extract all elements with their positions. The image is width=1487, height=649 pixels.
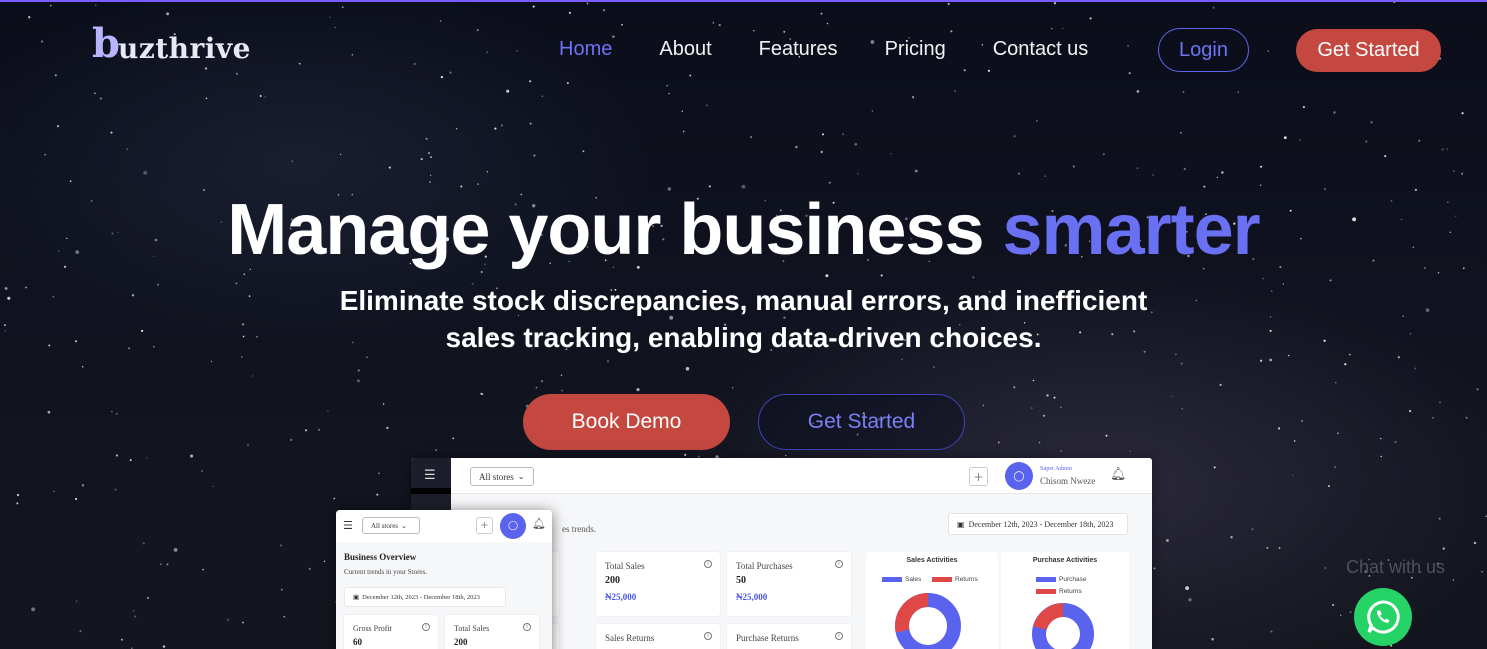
nav-get-started-button[interactable]: Get Started — [1296, 29, 1441, 72]
stat-label: Gross Profit — [353, 624, 392, 633]
nav-pricing[interactable]: Pricing — [885, 38, 946, 61]
stat-label: Sales Returns — [605, 633, 655, 643]
stat-value: 200 — [454, 637, 468, 647]
hero-get-started-button[interactable]: Get Started — [758, 394, 965, 450]
hero-title-accent: smarter — [1002, 190, 1261, 270]
date-range-text: December 12th, 2023 - December 18th, 202… — [968, 519, 1114, 529]
chart-title: Purchase Activities — [1032, 557, 1098, 564]
stat-card-sales-returns: Sales Returns i — [596, 624, 720, 649]
date-range-text: December 12th, 2023 - December 18th, 202… — [362, 593, 480, 601]
store-select: All stores ⌄ — [362, 517, 420, 534]
calendar-icon: ▣ — [957, 519, 965, 529]
overview-title: Business Overview — [344, 552, 417, 562]
login-button[interactable]: Login — [1158, 28, 1249, 72]
store-select-value: All stores — [479, 471, 514, 482]
chat-label: Chat with us — [1346, 557, 1446, 577]
stat-card-total-purchases: Total Purchases 50 ₦25,000 i — [727, 552, 851, 616]
sidebar-active-bar — [411, 488, 451, 494]
hero-title: Manage your business smarter — [0, 189, 1487, 271]
calendar-icon: ▣ — [353, 593, 360, 601]
date-range-picker: ▣ December 12th, 2023 - December 18th, 2… — [344, 587, 506, 607]
legend-returns: Returns — [1036, 588, 1082, 595]
info-icon: i — [523, 623, 531, 631]
menu-icon: ☰ — [424, 468, 436, 483]
mobile-topbar: ☰ All stores ⌄ + ◯ 🔔︎ — [336, 510, 552, 542]
store-select: All stores ⌄ — [470, 467, 534, 486]
chart-title: Sales Activities — [906, 557, 958, 564]
sales-activities-chart: Sales Activities Sales Returns — [866, 552, 998, 649]
stat-card-purchase-returns: Purchase Returns i — [727, 624, 851, 649]
stat-value: 200 — [605, 575, 620, 586]
legend-returns: Returns — [932, 576, 978, 583]
avatar-icon: ◯ — [500, 513, 526, 539]
chevron-down-icon: ⌄ — [401, 521, 407, 530]
nav-features[interactable]: Features — [759, 38, 838, 61]
purchase-activities-chart: Purchase Activities Purchase Returns — [1001, 552, 1129, 649]
info-icon: i — [704, 632, 712, 640]
user-role: Super Admin — [1040, 466, 1072, 472]
stat-amount: ₦25,000 — [605, 592, 637, 602]
stat-card-gross-profit: Gross Profit 60 i — [344, 615, 438, 649]
bell-icon: 🔔︎ — [1110, 467, 1127, 482]
sales-donut-chart — [895, 593, 961, 649]
nav-contact[interactable]: Contact us — [993, 38, 1089, 61]
info-icon: i — [835, 560, 843, 568]
hero-subtitle-line1: Eliminate stock discrepancies, manual er… — [339, 285, 1148, 316]
info-icon: i — [422, 623, 430, 631]
dashboard-topbar: All stores ⌄ + ◯ Super Admin Chisom Nwez… — [451, 458, 1152, 494]
info-icon: i — [835, 632, 843, 640]
stat-value: 60 — [353, 637, 362, 647]
top-navbar: b uzthrive Home About Features Pricing C… — [0, 2, 1487, 98]
chevron-down-icon: ⌄ — [517, 472, 525, 481]
whatsapp-icon — [1367, 600, 1400, 634]
add-icon: + — [969, 467, 988, 486]
info-icon: i — [704, 560, 712, 568]
hero-title-main: Manage your business — [227, 190, 1003, 270]
avatar-icon: ◯ — [1005, 462, 1033, 490]
hero-subtitle: Eliminate stock discrepancies, manual er… — [300, 282, 1187, 356]
menu-icon: ☰ — [343, 519, 353, 532]
logo-wordmark: uzthrive — [117, 32, 251, 65]
nav-links: Home About Features Pricing Contact us — [559, 38, 1135, 61]
logo-initial: b — [92, 20, 120, 67]
stat-label: Total Sales — [454, 624, 490, 633]
store-select-value: All stores — [371, 521, 399, 530]
whatsapp-chat-button[interactable] — [1354, 588, 1412, 646]
user-name: Chisom Nweze — [1040, 476, 1096, 486]
stat-amount: ₦25,000 — [736, 592, 768, 602]
bell-icon: 🔔︎ — [532, 517, 546, 530]
legend-sales: Sales — [882, 576, 921, 583]
overview-subtitle-fragment: es trends. — [562, 524, 596, 534]
add-icon: + — [476, 517, 493, 534]
purchase-donut-chart — [1032, 603, 1094, 649]
overview-subtitle: Current trends in your Stores. — [344, 568, 428, 576]
stat-label: Total Purchases — [736, 561, 793, 571]
buzthrive-logo[interactable]: b uzthrive — [92, 24, 251, 64]
hero-subtitle-line2: sales tracking, enabling data-driven cho… — [445, 322, 1042, 353]
stat-card-total-sales: Total Sales 200 ₦25,000 i — [596, 552, 720, 616]
stat-value: 50 — [736, 575, 746, 586]
stat-label: Purchase Returns — [736, 633, 799, 643]
stat-card-total-sales: Total Sales 200 i — [445, 615, 539, 649]
nav-about[interactable]: About — [659, 38, 711, 61]
mobile-dashboard-preview: ☰ All stores ⌄ + ◯ 🔔︎ Business Overview … — [336, 510, 552, 649]
stat-label: Total Sales — [605, 561, 645, 571]
legend-purchase: Purchase — [1036, 576, 1086, 583]
book-demo-button[interactable]: Book Demo — [523, 394, 730, 450]
date-range-picker: ▣ December 12th, 2023 - December 18th, 2… — [948, 513, 1128, 535]
nav-home[interactable]: Home — [559, 38, 612, 61]
